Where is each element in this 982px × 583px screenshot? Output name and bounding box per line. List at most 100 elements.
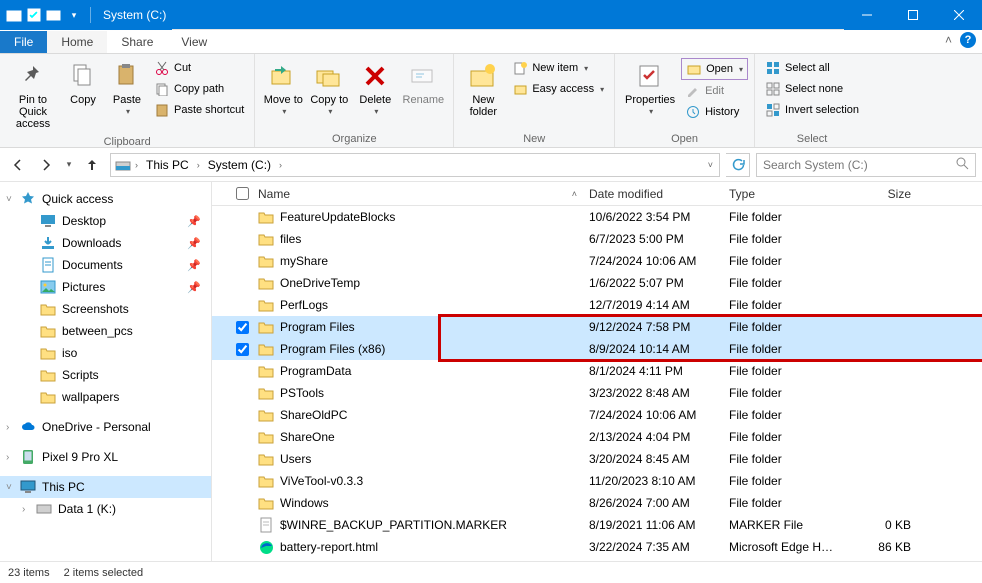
- col-date[interactable]: Date modified: [589, 187, 729, 201]
- table-row[interactable]: files6/7/2023 5:00 PMFile folder: [212, 228, 982, 250]
- folder-icon: [40, 301, 56, 317]
- breadcrumb-drive[interactable]: System (C:): [204, 156, 275, 174]
- table-row[interactable]: myShare7/24/2024 10:06 AMFile folder: [212, 250, 982, 272]
- sidebar-item[interactable]: Downloads📌: [0, 232, 211, 254]
- table-row[interactable]: ViVeTool-v0.3.311/20/2023 8:10 AMFile fo…: [212, 470, 982, 492]
- sidebar-item[interactable]: Desktop📌: [0, 210, 211, 232]
- nav-pane[interactable]: ˅Quick access Desktop📌Downloads📌Document…: [0, 182, 212, 561]
- sidebar-item[interactable]: between_pcs: [0, 320, 211, 342]
- table-row[interactable]: Recovery.txt6/18/2022 5:30 PMText Docume…: [212, 558, 982, 561]
- tab-view[interactable]: View: [167, 31, 221, 53]
- table-row[interactable]: ShareOldPC7/24/2024 10:06 AMFile folder: [212, 404, 982, 426]
- properties-button[interactable]: Properties▾: [621, 56, 679, 121]
- newitem-button[interactable]: New item▾: [508, 58, 608, 78]
- copypath-button[interactable]: Copy path: [150, 79, 248, 99]
- pin-icon: 📌: [187, 237, 201, 250]
- table-row[interactable]: ShareOne2/13/2024 4:04 PMFile folder: [212, 426, 982, 448]
- column-headers[interactable]: Name˄ Date modified Type Size: [212, 182, 982, 206]
- pin-quickaccess-button[interactable]: Pin to Quick access: [6, 56, 60, 134]
- newfolder-button[interactable]: New folder: [460, 56, 506, 122]
- select-all-checkbox[interactable]: [236, 187, 249, 200]
- pasteshortcut-button[interactable]: Paste shortcut: [150, 100, 248, 120]
- file-date: 7/24/2024 10:06 AM: [589, 254, 729, 268]
- back-button[interactable]: [6, 153, 30, 177]
- sidebar-onedrive[interactable]: ›OneDrive - Personal: [0, 416, 211, 438]
- sidebar-data1[interactable]: ›Data 1 (K:): [0, 498, 211, 520]
- refresh-button[interactable]: [726, 153, 750, 177]
- newitem-icon: [512, 60, 528, 76]
- table-row[interactable]: PerfLogs12/7/2019 4:14 AMFile folder: [212, 294, 982, 316]
- chevron-down-icon[interactable]: ˅: [6, 482, 12, 493]
- table-row[interactable]: PSTools3/23/2022 8:48 AMFile folder: [212, 382, 982, 404]
- addr-history-icon[interactable]: ˅: [706, 160, 715, 170]
- table-row[interactable]: FeatureUpdateBlocks10/6/2022 3:54 PMFile…: [212, 206, 982, 228]
- copy-button[interactable]: Copy: [62, 56, 104, 110]
- file-date: 9/12/2024 7:58 PM: [589, 320, 729, 334]
- explorer-icon: [6, 7, 22, 23]
- chevron-right-icon[interactable]: ›: [22, 504, 25, 515]
- qat-properties-icon[interactable]: [26, 7, 42, 23]
- chevron-right-icon[interactable]: ›: [6, 422, 9, 433]
- file-list[interactable]: FeatureUpdateBlocks10/6/2022 3:54 PMFile…: [212, 206, 982, 561]
- col-type[interactable]: Type: [729, 187, 851, 201]
- cut-button[interactable]: Cut: [150, 58, 248, 78]
- table-row[interactable]: $WINRE_BACKUP_PARTITION.MARKER8/19/2021 …: [212, 514, 982, 536]
- sidebar-quickaccess[interactable]: ˅Quick access: [0, 188, 211, 210]
- table-row[interactable]: Users3/20/2024 8:45 AMFile folder: [212, 448, 982, 470]
- moveto-button[interactable]: Move to▾: [261, 56, 305, 121]
- chevron-right-icon[interactable]: ›: [277, 160, 284, 170]
- sidebar-item[interactable]: iso: [0, 342, 211, 364]
- sidebar-item[interactable]: Documents📌: [0, 254, 211, 276]
- sidebar-item[interactable]: Pictures📌: [0, 276, 211, 298]
- selectnone-button[interactable]: Select none: [761, 79, 863, 99]
- rename-button[interactable]: Rename: [399, 56, 447, 110]
- forward-button[interactable]: [34, 153, 58, 177]
- sidebar-pixel[interactable]: ›Pixel 9 Pro XL: [0, 446, 211, 468]
- table-row[interactable]: OneDriveTemp1/6/2022 5:07 PMFile folder: [212, 272, 982, 294]
- tab-share[interactable]: Share: [107, 31, 167, 53]
- close-button[interactable]: [936, 0, 982, 30]
- maximize-button[interactable]: [890, 0, 936, 30]
- open-button[interactable]: Open▾: [681, 58, 748, 80]
- sidebar-item[interactable]: Screenshots: [0, 298, 211, 320]
- search-input[interactable]: Search System (C:): [756, 153, 976, 177]
- up-button[interactable]: [80, 153, 104, 177]
- table-row[interactable]: Program Files (x86)8/9/2024 10:14 AMFile…: [212, 338, 982, 360]
- breadcrumb-thispc[interactable]: This PC: [142, 156, 193, 174]
- col-size[interactable]: Size: [851, 187, 921, 201]
- row-checkbox[interactable]: [236, 343, 249, 356]
- tab-file[interactable]: File: [0, 31, 47, 53]
- collapse-ribbon-icon[interactable]: ˄: [945, 33, 952, 47]
- easyaccess-button[interactable]: Easy access▾: [508, 79, 608, 99]
- selectall-button[interactable]: Select all: [761, 58, 863, 78]
- table-row[interactable]: Windows8/26/2024 7:00 AMFile folder: [212, 492, 982, 514]
- history-button[interactable]: History: [681, 102, 748, 122]
- edit-button[interactable]: Edit: [681, 81, 748, 101]
- chevron-down-icon[interactable]: ˅: [6, 194, 12, 205]
- sidebar-item[interactable]: wallpapers: [0, 386, 211, 408]
- qat-newfolder-icon[interactable]: [46, 7, 62, 23]
- chevron-right-icon[interactable]: ›: [133, 160, 140, 170]
- address-bar[interactable]: › This PC › System (C:) › ˅: [110, 153, 720, 177]
- copyto-button[interactable]: Copy to▾: [307, 56, 351, 121]
- chevron-right-icon[interactable]: ›: [195, 160, 202, 170]
- tab-home[interactable]: Home: [47, 31, 107, 53]
- sidebar-thispc[interactable]: ˅This PC: [0, 476, 211, 498]
- col-name[interactable]: Name˄: [254, 187, 589, 201]
- help-icon[interactable]: ?: [960, 32, 976, 48]
- folder-icon: [258, 407, 274, 423]
- minimize-button[interactable]: [844, 0, 890, 30]
- sidebar-item[interactable]: Scripts: [0, 364, 211, 386]
- drive-icon: [115, 157, 131, 173]
- table-row[interactable]: ProgramData8/1/2024 4:11 PMFile folder: [212, 360, 982, 382]
- qat-customize-icon[interactable]: ▾: [66, 7, 82, 23]
- row-checkbox[interactable]: [236, 321, 249, 334]
- recent-button[interactable]: ▾: [62, 153, 76, 177]
- table-row[interactable]: Program Files9/12/2024 7:58 PMFile folde…: [212, 316, 982, 338]
- delete-button[interactable]: Delete▾: [353, 56, 397, 121]
- chevron-right-icon[interactable]: ›: [6, 452, 9, 463]
- table-row[interactable]: battery-report.html3/22/2024 7:35 AMMicr…: [212, 536, 982, 558]
- invertselection-button[interactable]: Invert selection: [761, 100, 863, 120]
- paste-button[interactable]: Paste▾: [106, 56, 148, 121]
- file-type: File folder: [729, 474, 851, 488]
